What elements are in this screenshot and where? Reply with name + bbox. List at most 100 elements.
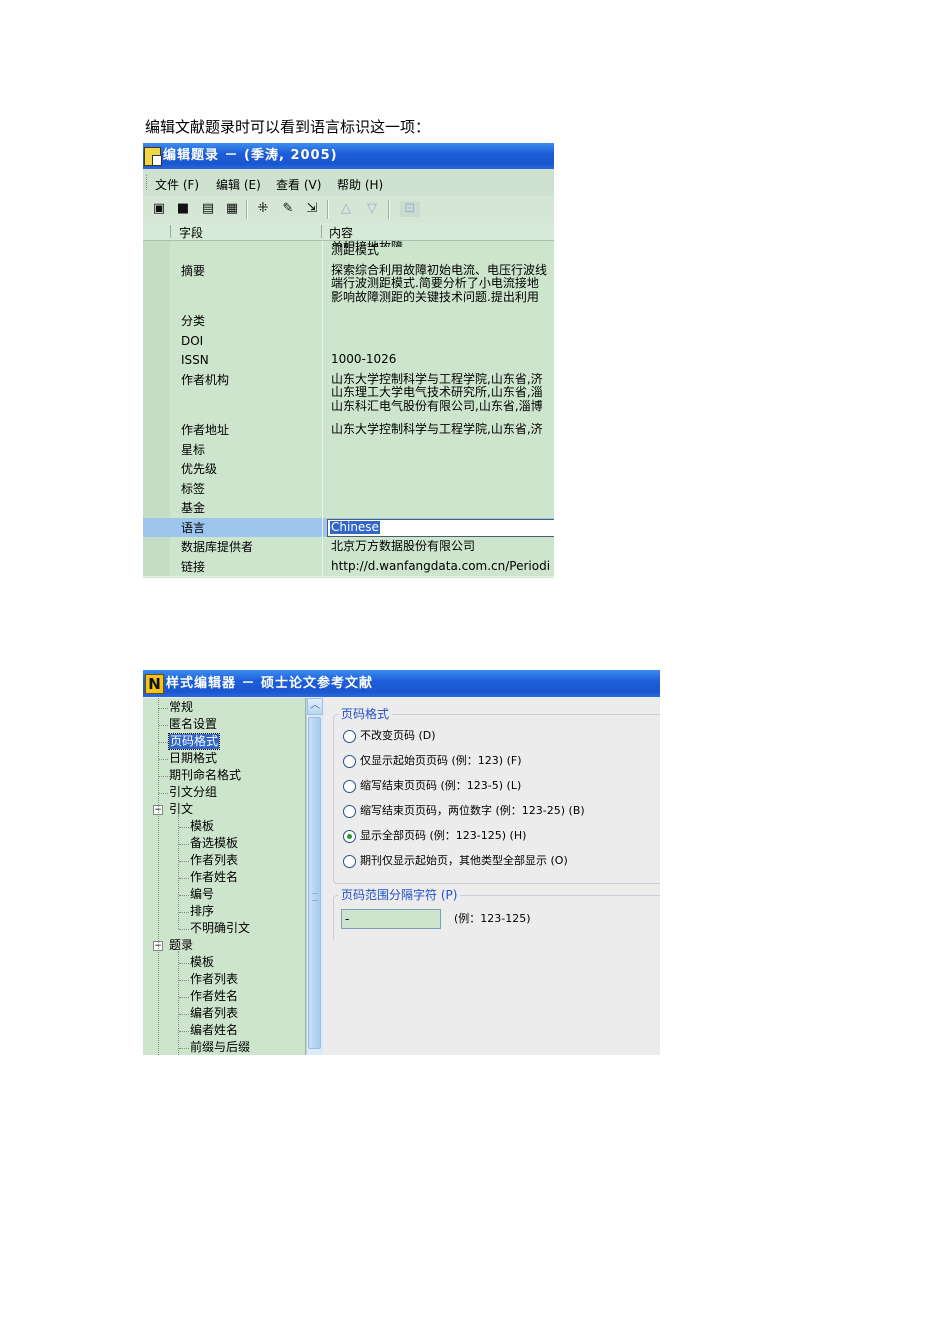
export-icon[interactable]: ⇲ [304,201,320,217]
radio-checked-icon[interactable] [343,830,356,843]
field-name: 链接 [181,559,206,574]
tree-item[interactable]: 引文 [169,802,193,817]
title-bar[interactable]: 编辑题录 － (季涛, 2005) [143,143,554,169]
radio-unchecked-icon[interactable] [343,780,356,793]
field-name: 标签 [181,481,206,496]
field-content[interactable]: 探索综合利用故障初始电流、电压行波线 端行波测距模式.简要分析了小电流接地 影响故障… [331,263,547,305]
tree-connector [159,759,168,761]
down-arrow-icon[interactable]: ▽ [364,201,380,217]
field-content[interactable]: 山东大学控制科学与工程学院,山东省,济 [331,422,543,437]
language-edit-field[interactable]: Chinese [327,518,554,537]
save-close-icon[interactable]: ▦ [224,201,240,217]
tree-item[interactable]: 常规 [169,700,193,715]
radio-label: 显示全部页码 (例：123-125) (H) [360,829,527,842]
tree-item[interactable]: 模板 [190,819,214,834]
save-icon[interactable]: ■ [175,201,191,217]
row-gutter [143,311,170,331]
save-record-icon[interactable]: ▣ [151,201,167,217]
field-content[interactable]: 北京万方数据股份有限公司 [331,539,476,554]
tree-connector [179,844,189,846]
tree-connector [179,929,189,931]
header-field[interactable]: 字段 [179,224,203,241]
row-gutter [143,459,170,479]
content-line: 北京万方数据股份有限公司 [331,539,476,553]
tree-item[interactable]: 编者列表 [190,1006,238,1021]
tree-scrollbar[interactable]: ︿ [306,698,323,1055]
tree-item[interactable]: 日期格式 [169,751,217,766]
tree-item[interactable]: 前缀与后缀 [190,1040,250,1055]
settings-tree: 常规 匿名设置 页码格式 日期格式 期刊命名格式 引文分组 − 引文 模板 备选模板 作者列表 作者姓… [143,698,306,1055]
column-separator [322,311,323,331]
field-name: 优先级 [181,462,218,476]
scroll-thumb[interactable] [308,717,321,1049]
tree-connector [159,725,168,727]
up-arrow-icon[interactable]: △ [338,201,354,217]
table-row[interactable]: 优先级 [143,459,554,480]
radio-unchecked-icon[interactable] [343,855,356,868]
scroll-up-icon[interactable]: ︿ [307,698,323,715]
collapse-icon[interactable]: ⁜ [255,201,271,217]
table-row[interactable]: 作者机构 山东大学控制科学与工程学院,山东省,济 山东理工大学电气技术研究所,山东省… [143,369,554,421]
radio-unchecked-icon[interactable] [343,755,356,768]
row-gutter [143,517,170,537]
radio-unchecked-icon[interactable] [343,805,356,818]
table-row[interactable]: 作者地址 山东大学控制科学与工程学院,山东省,济 [143,420,554,441]
tree-item[interactable]: 编者姓名 [190,1023,238,1038]
table-row[interactable]: 分类 [143,311,554,332]
table-row[interactable]: 语言 Chinese [143,517,554,538]
tree-item[interactable]: 作者姓名 [190,870,238,885]
menu-bar: 文件 (F) 编辑 (E) 查看 (V) 帮助 (H) [143,169,554,197]
tree-item[interactable]: 题录 [169,938,193,953]
title-bar[interactable]: N 样式编辑器 － 硕士论文参考文献 [143,670,660,697]
menu-view[interactable]: 查看 (V) [276,176,321,193]
menu-grip[interactable] [146,175,149,190]
menu-help[interactable]: 帮助 (H) [337,176,383,193]
tree-item[interactable]: 模板 [190,955,214,970]
tree-connector [159,793,168,795]
field-content[interactable]: 山东大学控制科学与工程学院,山东省,济 山东理工大学电气技术研究所,山东省,淄 山东… [331,372,543,414]
tree-item[interactable]: 不明确引文 [190,921,250,936]
table-row[interactable]: DOI [143,330,554,351]
table-row[interactable]: 摘要 探索综合利用故障初始电流、电压行波线 端行波测距模式.简要分析了小电流接地 影响… [143,260,554,312]
field-content[interactable]: 1000-1026 [331,352,397,367]
radio-label: 缩写结束页页码 (例：123-5) (L) [360,779,522,792]
window-title: 编辑题录 － (季涛, 2005) [163,148,338,163]
table-row[interactable]: ISSN 1000-1026 [143,350,554,371]
tree-item[interactable]: 引文分组 [169,785,217,800]
tree-item[interactable]: 备选模板 [190,836,238,851]
language-value: Chinese [330,519,380,534]
tree-item[interactable]: 作者列表 [190,853,238,868]
column-separator [322,420,323,440]
tree-item[interactable]: 排序 [190,904,214,919]
table-row[interactable]: 数据库提供者 北京万方数据股份有限公司 [143,537,554,558]
tree-item[interactable]: 匿名设置 [169,717,217,732]
content-line: 影响故障测距的关键技术问题.提出利用 [331,289,539,304]
disabled-button-icon[interactable]: ⊡ [400,201,420,217]
radio-label: 仅显示起始页页码 (例：123) (F) [360,754,522,767]
table-row[interactable]: 标签 [143,478,554,499]
tree-item[interactable]: 期刊命名格式 [169,768,241,783]
radio-unchecked-icon[interactable] [343,730,356,743]
tree-connector [179,895,189,897]
column-separator [322,350,323,370]
tree-item[interactable]: 作者姓名 [190,989,238,1004]
copy-record-icon[interactable]: ▤ [200,201,216,217]
record-app-icon [144,147,162,166]
table-row[interactable]: 基金 [143,498,554,519]
field-content[interactable]: http://d.wanfangdata.com.cn/Periodi [331,559,550,574]
menu-edit[interactable]: 编辑 (E) [216,176,261,193]
separator-input[interactable]: - [341,909,441,929]
table-row[interactable]: 星标 [143,439,554,460]
tree-connector [179,827,189,829]
radio-label: 不改变页码 (D) [360,729,436,742]
tree-item[interactable]: 编号 [190,887,214,902]
tree-connector [179,878,189,880]
tree-item[interactable]: 页码格式 [167,733,221,750]
header-content[interactable]: 内容 [329,224,353,241]
row-gutter [143,498,170,518]
tools-icon[interactable]: ✎ [280,201,296,217]
tree-item[interactable]: 作者列表 [190,972,238,987]
content-line: 1000-1026 [331,352,397,366]
table-row[interactable]: 链接 http://d.wanfangdata.com.cn/Periodi [143,556,554,577]
menu-file[interactable]: 文件 (F) [155,176,199,193]
